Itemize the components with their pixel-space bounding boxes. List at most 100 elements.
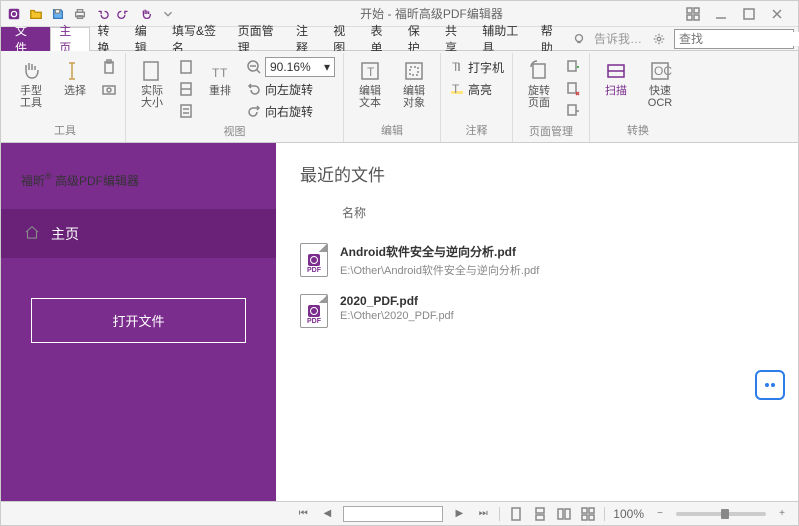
fit-visible-button[interactable] (176, 101, 196, 121)
ribbon-group-edit: T编辑 文本 编辑 对象 编辑 (344, 53, 441, 142)
tab-form[interactable]: 表单 (363, 27, 400, 51)
hand-icon[interactable] (137, 5, 155, 23)
edit-text-button[interactable]: T编辑 文本 (350, 57, 390, 111)
ocr-button[interactable]: OCR快速 OCR (640, 57, 680, 111)
ribbon-group-convert: 扫描 OCR快速 OCR 转换 (590, 53, 686, 142)
extract-page-button[interactable] (563, 101, 583, 121)
zoom-percent: 100% (613, 507, 644, 521)
sidebar-item-home[interactable]: 主页 (1, 209, 276, 258)
brand-title: 福昕® 高级PDF编辑器 (1, 163, 276, 209)
file-item[interactable]: PDF 2020_PDF.pdf E:\Other\2020_PDF.pdf (300, 286, 774, 336)
clipboard-button[interactable] (99, 57, 119, 77)
rotate-left-button[interactable]: 向左旋转 (244, 79, 337, 99)
rotate-right-button[interactable]: 向右旋转 (244, 101, 337, 121)
tellme-input[interactable]: 告诉我… (594, 30, 644, 47)
tab-comment[interactable]: 注释 (288, 27, 325, 51)
last-page-icon[interactable]: ⏭ (475, 506, 491, 522)
window-controls (686, 7, 794, 21)
continuous-icon[interactable] (532, 506, 548, 522)
tab-home[interactable]: 主页 (50, 27, 89, 51)
sidebar: 福昕® 高级PDF编辑器 主页 打开文件 (1, 143, 276, 501)
pdf-file-icon: PDF (300, 294, 328, 328)
facing-icon[interactable] (556, 506, 572, 522)
ribbon-group-view: 实际 大小 TT重排 90.16%▾ 向左旋转 向右旋转 视图 (126, 53, 344, 142)
close-icon[interactable] (770, 7, 784, 21)
save-icon[interactable] (49, 5, 67, 23)
zoom-out-icon[interactable]: − (652, 506, 668, 522)
pdf-file-icon: PDF (300, 243, 328, 277)
tab-fillsign[interactable]: 填写&签名 (164, 27, 230, 51)
file-name: Android软件安全与逆向分析.pdf (340, 243, 774, 260)
first-page-icon[interactable]: ⏮ (295, 506, 311, 522)
redo-icon[interactable] (115, 5, 133, 23)
zoom-in-icon[interactable]: + (774, 506, 790, 522)
undo-icon[interactable] (93, 5, 111, 23)
tab-accessibility[interactable]: 辅助工具 (474, 27, 532, 51)
select-tool-button[interactable]: 选择 (55, 57, 95, 99)
continuous-facing-icon[interactable] (580, 506, 596, 522)
ribbon-collapse-icon[interactable] (686, 7, 700, 21)
reflow-button[interactable]: TT重排 (200, 57, 240, 99)
open-file-button[interactable]: 打开文件 (31, 298, 246, 343)
recent-files-title: 最近的文件 (300, 161, 774, 186)
file-list: PDF Android软件安全与逆向分析.pdf E:\Other\Android软… (300, 235, 774, 336)
rotate-page-button[interactable]: 旋转 页面 (519, 57, 559, 111)
svg-text:T: T (220, 66, 228, 80)
file-path: E:\Other\Android软件安全与逆向分析.pdf (340, 262, 774, 278)
tab-share[interactable]: 共享 (437, 27, 474, 51)
svg-text:T: T (367, 65, 375, 79)
page-input[interactable] (343, 506, 443, 522)
menu-file[interactable]: 文件 (1, 27, 50, 51)
search-box[interactable] (674, 29, 794, 49)
zoom-slider[interactable] (676, 512, 766, 516)
quick-access-toolbar (5, 5, 177, 23)
window-title: 开始 - 福昕高级PDF编辑器 (177, 5, 686, 22)
tab-pagemgr[interactable]: 页面管理 (230, 27, 288, 51)
minimize-icon[interactable] (714, 7, 728, 21)
tab-view[interactable]: 视图 (325, 27, 362, 51)
menu-bar: 文件 主页 转换 编辑 填写&签名 页面管理 注释 视图 表单 保护 共享 辅助… (1, 27, 798, 51)
zoom-input[interactable]: 90.16%▾ (265, 57, 335, 77)
maximize-icon[interactable] (742, 7, 756, 21)
print-icon[interactable] (71, 5, 89, 23)
bulb-icon[interactable] (570, 30, 588, 48)
file-name: 2020_PDF.pdf (340, 294, 774, 308)
next-page-icon[interactable]: ▶ (451, 506, 467, 522)
ribbon: 手型 工具 选择 工具 实际 大小 TT重排 90.16%▾ 向左旋转 向右旋转 (1, 51, 798, 143)
zoom-out-button[interactable]: 90.16%▾ (244, 57, 337, 77)
prev-page-icon[interactable]: ◀ (319, 506, 335, 522)
fit-page-button[interactable] (176, 57, 196, 77)
tab-edit[interactable]: 编辑 (127, 27, 164, 51)
file-path: E:\Other\2020_PDF.pdf (340, 310, 774, 322)
ribbon-group-tools: 手型 工具 选择 工具 (5, 53, 126, 142)
content-area: 福昕® 高级PDF编辑器 主页 打开文件 最近的文件 名称 PDFAndroid… (1, 143, 798, 501)
tab-help[interactable]: 帮助 (533, 27, 570, 51)
ribbon-group-comment: T打字机 T高亮 注释 (441, 53, 513, 142)
settings-icon[interactable] (650, 30, 668, 48)
qat-dropdown-icon[interactable] (159, 5, 177, 23)
tab-protect[interactable]: 保护 (400, 27, 437, 51)
main-panel: 最近的文件 名称 PDFAndroid软件安全与逆向分析.pdfE:\Other… (276, 143, 798, 501)
search-input[interactable] (679, 32, 799, 46)
ribbon-group-pagemgr: 旋转 页面 页面管理 (513, 53, 590, 142)
app-icon (5, 5, 23, 23)
hand-tool-button[interactable]: 手型 工具 (11, 57, 51, 111)
assistant-bubble-icon[interactable] (755, 370, 785, 400)
highlight-button[interactable]: T高亮 (447, 79, 506, 99)
svg-text:OCR: OCR (654, 64, 672, 78)
single-page-icon[interactable] (508, 506, 524, 522)
fit-width-button[interactable] (176, 79, 196, 99)
svg-text:T: T (212, 66, 220, 80)
actual-size-button[interactable]: 实际 大小 (132, 57, 172, 111)
scan-button[interactable]: 扫描 (596, 57, 636, 99)
status-bar: ⏮ ◀ ▶ ⏭ 100% − + (1, 501, 798, 525)
open-icon[interactable] (27, 5, 45, 23)
typewriter-button[interactable]: T打字机 (447, 57, 506, 77)
delete-page-button[interactable] (563, 79, 583, 99)
svg-text:T: T (452, 82, 460, 96)
insert-page-button[interactable] (563, 57, 583, 77)
edit-object-button[interactable]: 编辑 对象 (394, 57, 434, 111)
snapshot-button[interactable] (99, 79, 119, 99)
tab-convert[interactable]: 转换 (90, 27, 127, 51)
file-item[interactable]: PDF Android软件安全与逆向分析.pdf E:\Other\Android软… (300, 235, 774, 286)
